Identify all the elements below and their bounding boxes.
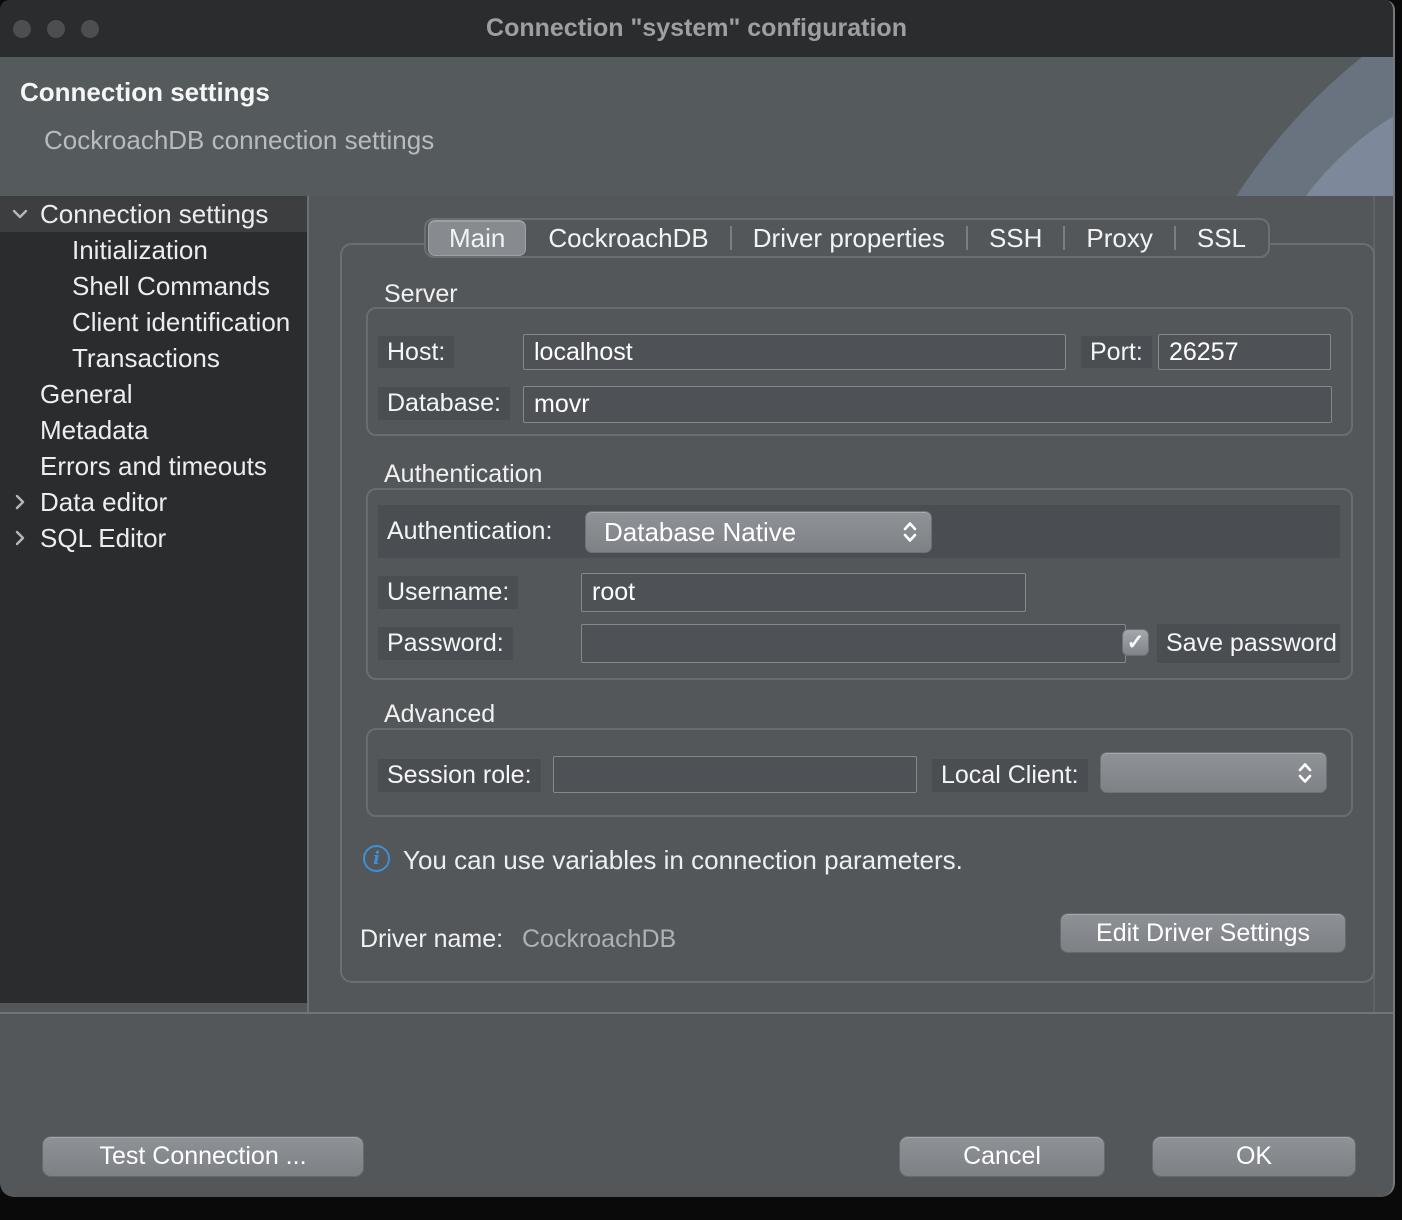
sidebar-item-label: Errors and timeouts [0, 451, 267, 482]
expander-closed-icon[interactable] [8, 520, 32, 556]
sidebar-item-connection-settings[interactable]: Connection settings [0, 196, 307, 232]
password-label: Password: [378, 627, 513, 660]
tab-driver-properties[interactable]: Driver properties [732, 221, 966, 255]
sidebar-item-errors-and-timeouts[interactable]: Errors and timeouts [0, 448, 307, 484]
edit-driver-settings-button[interactable]: Edit Driver Settings [1060, 913, 1346, 953]
password-input[interactable] [581, 624, 1126, 663]
session-role-label: Session role: [378, 759, 541, 792]
sidebar-item-data-editor[interactable]: Data editor [0, 484, 307, 520]
sidebar-item-shell-commands[interactable]: Shell Commands [0, 268, 307, 304]
sidebar-item-label: Shell Commands [0, 271, 270, 302]
driver-name-label: Driver name: [360, 925, 503, 954]
sidebar-item-sql-editor[interactable]: SQL Editor [0, 520, 307, 556]
save-password-label: Save password [1157, 624, 1340, 663]
info-icon: i [363, 845, 390, 872]
tab-ssl[interactable]: SSL [1176, 221, 1267, 255]
chevron-right-icon [10, 528, 30, 548]
local-client-label: Local Client: [932, 759, 1088, 792]
page-subtitle: CockroachDB connection settings [44, 125, 434, 156]
sidebar-item-initialization[interactable]: Initialization [0, 232, 307, 268]
dialog-header: Connection settings CockroachDB connecti… [0, 57, 1393, 196]
tab-bar: MainCockroachDBDriver propertiesSSHProxy… [424, 218, 1270, 258]
advanced-group-label: Advanced [384, 700, 495, 729]
save-password-checkbox[interactable] [1122, 629, 1149, 656]
local-client-dropdown[interactable] [1100, 752, 1327, 793]
sidebar-item-label: General [0, 379, 133, 410]
host-label: Host: [378, 336, 454, 368]
server-group-label: Server [384, 280, 458, 309]
username-input[interactable] [581, 573, 1026, 612]
sidebar-item-label: Client identification [0, 307, 290, 338]
titlebar: Connection "system" configuration [0, 0, 1393, 57]
port-input[interactable] [1158, 334, 1331, 370]
sidebar-item-label: Transactions [0, 343, 220, 374]
sidebar-item-transactions[interactable]: Transactions [0, 340, 307, 376]
cancel-button[interactable]: Cancel [899, 1136, 1105, 1177]
window-title: Connection "system" configuration [0, 0, 1393, 57]
sidebar-item-label: Initialization [0, 235, 208, 266]
sidebar-item-label: Connection settings [0, 199, 268, 230]
tab-ssh[interactable]: SSH [968, 221, 1063, 255]
database-input[interactable] [523, 386, 1332, 423]
chevron-down-icon [10, 204, 30, 224]
sidebar-item-general[interactable]: General [0, 376, 307, 412]
auth-type-selected-value: Database Native [604, 517, 796, 548]
footer-divider [0, 1012, 1393, 1014]
session-role-input[interactable] [553, 756, 917, 793]
auth-type-dropdown[interactable]: Database Native [585, 511, 932, 553]
tab-main[interactable]: Main [428, 220, 526, 256]
info-text: You can use variables in connection para… [403, 845, 963, 876]
sidebar-item-label: Metadata [0, 415, 148, 446]
updown-chevrons-icon [1296, 761, 1314, 785]
tab-proxy[interactable]: Proxy [1065, 221, 1173, 255]
port-label: Port: [1081, 336, 1152, 368]
page-title: Connection settings [20, 77, 270, 108]
chevron-right-icon [10, 492, 30, 512]
ok-button[interactable]: OK [1152, 1136, 1356, 1177]
expander-closed-icon[interactable] [8, 484, 32, 520]
sidebar-item-metadata[interactable]: Metadata [0, 412, 307, 448]
driver-name-value: CockroachDB [522, 925, 676, 954]
expander-open-icon[interactable] [8, 196, 32, 232]
test-connection-button[interactable]: Test Connection ... [42, 1136, 364, 1177]
auth-group-label: Authentication [384, 460, 542, 489]
database-label: Database: [378, 387, 510, 420]
connection-config-dialog: Connection "system" configuration Connec… [0, 0, 1395, 1197]
auth-type-label: Authentication: [378, 505, 561, 558]
settings-tree: Connection settings Initialization Shell C… [0, 196, 307, 1003]
updown-chevrons-icon [901, 520, 919, 544]
sidebar-divider [307, 196, 309, 1013]
tab-cockroachdb[interactable]: CockroachDB [527, 221, 729, 255]
username-label: Username: [378, 576, 518, 609]
host-input[interactable] [523, 334, 1066, 370]
sidebar-item-client-identification[interactable]: Client identification [0, 304, 307, 340]
